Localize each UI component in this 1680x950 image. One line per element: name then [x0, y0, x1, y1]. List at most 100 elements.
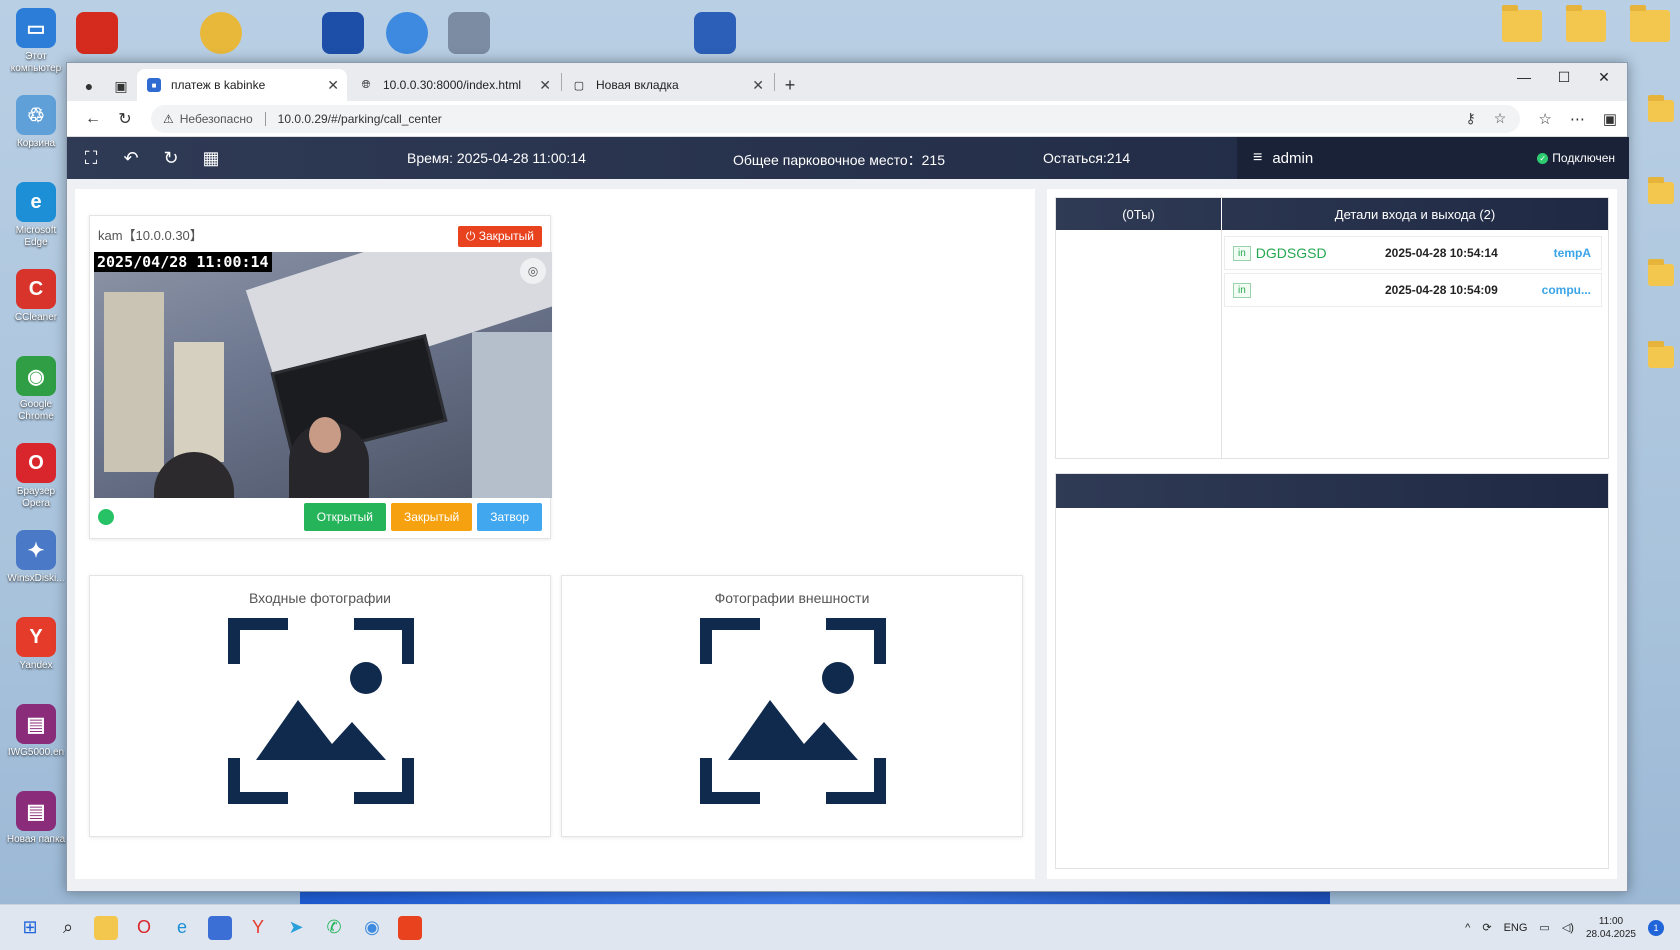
desktop-icon-label: IWG5000.en: [7, 747, 65, 758]
folder-icon[interactable]: [1648, 341, 1674, 368]
notification-badge[interactable]: 1: [1648, 919, 1664, 936]
taskbar-apps: ⊞ ⌕ O e Y ➤ ✆ ◉: [0, 915, 422, 940]
sync-icon[interactable]: ⟳: [1482, 921, 1491, 934]
table-row[interactable]: in 2025-04-28 10:54:09 compu...: [1224, 273, 1602, 307]
desktop-app-icon: O: [16, 443, 56, 483]
tab-1[interactable]: ■ платеж в kabinke ✕: [137, 69, 347, 101]
appearance-photos-title: Фотографии внешности: [714, 590, 870, 606]
new-tab-favicon-icon: ▢: [573, 79, 585, 92]
window-controls: — ☐ ✕: [1509, 69, 1619, 86]
folder-icon[interactable]: [1630, 5, 1670, 42]
profile-icon[interactable]: ●: [73, 71, 105, 101]
username: admin: [1272, 149, 1314, 167]
store-icon[interactable]: [208, 915, 232, 940]
user-menu[interactable]: ≡ admin ✓ Подключен: [1237, 137, 1629, 179]
desktop-icon[interactable]: ♲ Корзина: [4, 95, 68, 177]
url-text: 10.0.0.29/#/parking/call_center: [277, 111, 442, 126]
open-button[interactable]: Открытый: [303, 503, 386, 531]
connection-status: ✓ Подключен: [1537, 151, 1615, 165]
grid-icon[interactable]: ▦: [199, 146, 223, 170]
desktop-icon[interactable]: ▤ IWG5000.en: [4, 704, 68, 786]
app-icon[interactable]: [200, 12, 242, 54]
key-icon[interactable]: ⚷: [1466, 110, 1476, 127]
folder-icon[interactable]: [1648, 95, 1674, 122]
file-explorer-icon[interactable]: [94, 915, 118, 940]
close-tab-icon[interactable]: ✕: [752, 77, 764, 94]
closed-status-button[interactable]: ⏻ Закрытый: [457, 226, 542, 247]
url-actions: ⚷ ☆: [1466, 110, 1507, 127]
whatsapp-icon[interactable]: ✆: [322, 916, 346, 940]
back-icon[interactable]: ←: [77, 110, 109, 128]
detail-panel: [1055, 473, 1609, 869]
folder-icon[interactable]: [1566, 5, 1606, 42]
folder-icon[interactable]: [1648, 177, 1674, 204]
video-scene: [309, 417, 341, 453]
event-user[interactable]: tempA: [1554, 246, 1591, 260]
edge-icon[interactable]: e: [170, 916, 194, 940]
search-icon[interactable]: ⌕: [56, 916, 80, 940]
network-app-icon[interactable]: [322, 12, 364, 54]
reload-icon[interactable]: ↻: [109, 109, 141, 129]
language-indicator[interactable]: ENG: [1504, 922, 1528, 934]
pdf-app-icon[interactable]: [76, 12, 118, 54]
desktop-icon[interactable]: O Браузер Opera: [4, 443, 68, 525]
desktop-icon[interactable]: ▤ Новая папка: [4, 791, 68, 873]
desktop-icon[interactable]: ▭ Этот компьютер: [4, 8, 68, 90]
volume-icon[interactable]: ◁): [1562, 921, 1574, 934]
more-icon[interactable]: ⋯: [1570, 110, 1585, 128]
desktop-app-icon: ◉: [16, 356, 56, 396]
sidebar-icon[interactable]: ▣: [1603, 110, 1617, 128]
browser-toolbar: ☆ ⋯ ▣: [1538, 110, 1617, 128]
search-app-icon[interactable]: [386, 12, 428, 54]
desktop-icon[interactable]: Y Yandex: [4, 617, 68, 699]
menu-icon[interactable]: ≡: [1253, 149, 1262, 167]
desktop-icon[interactable]: ◉ Google Chrome: [4, 356, 68, 438]
favorites-icon[interactable]: ☆: [1538, 110, 1551, 128]
opera-icon[interactable]: O: [132, 916, 156, 940]
desktop-app-icon: ♲: [16, 95, 56, 135]
tab-3[interactable]: ▢ Новая вкладка ✕: [562, 69, 772, 101]
insecure-label: Небезопасно: [179, 111, 253, 126]
close-tab-icon[interactable]: ✕: [539, 77, 551, 94]
refresh-icon[interactable]: ↻: [159, 146, 183, 170]
camera-video[interactable]: 2025/04/28 11:00:14 ◎: [94, 252, 552, 498]
gate-button[interactable]: Затвор: [477, 503, 542, 531]
maximize-icon[interactable]: ☐: [1549, 69, 1579, 86]
barrier-controls: Открытый Закрытый Затвор: [303, 503, 542, 531]
tab-actions-icon[interactable]: ▣: [105, 71, 137, 101]
close-tab-icon[interactable]: ✕: [327, 77, 339, 94]
new-tab-button[interactable]: +: [775, 69, 805, 101]
desktop-icon[interactable]: ✦ WinsxDiski...: [4, 530, 68, 612]
app-body: kam【10.0.0.30】 ⏻ Закрытый 2025/04/28 11:…: [67, 179, 1627, 891]
header-tools: ⛶ ↶ ↻ ▦: [67, 146, 227, 170]
close-button[interactable]: Закрытый: [390, 503, 473, 531]
star-icon[interactable]: ☆: [1494, 110, 1507, 127]
url-field[interactable]: ⚠ Небезопасно 10.0.0.29/#/parking/call_c…: [151, 104, 1521, 133]
left-panel: kam【10.0.0.30】 ⏻ Закрытый 2025/04/28 11:…: [75, 189, 1035, 879]
clock[interactable]: 11:00 28.04.2025: [1586, 915, 1636, 941]
snapshot-icon[interactable]: ◎: [520, 258, 546, 284]
network-icon[interactable]: ▭: [1539, 921, 1549, 934]
start-icon[interactable]: ⊞: [18, 916, 42, 940]
anydesk-icon[interactable]: [398, 915, 422, 940]
fullscreen-icon[interactable]: ⛶: [79, 146, 103, 170]
chevron-up-icon[interactable]: ^: [1465, 922, 1470, 934]
desktop-icon[interactable]: C CCleaner: [4, 269, 68, 351]
user-app-icon[interactable]: [448, 12, 490, 54]
telegram-icon[interactable]: ➤: [284, 916, 308, 940]
event-user[interactable]: compu...: [1542, 283, 1591, 297]
url-separator: [264, 111, 266, 126]
queue-header: (0Ты): [1056, 198, 1222, 230]
folder-icon[interactable]: [1648, 259, 1674, 286]
word-doc-icon[interactable]: [694, 12, 736, 54]
folder-icon[interactable]: [1502, 5, 1542, 42]
desktop-icon[interactable]: e Microsoft Edge: [4, 182, 68, 264]
table-row[interactable]: in DGDSGSD 2025-04-28 10:54:14 tempA: [1224, 236, 1602, 270]
tab-2[interactable]: 🌐︎ 10.0.0.30:8000/index.html ✕: [349, 69, 559, 101]
search-app-icon[interactable]: ◉: [360, 916, 384, 940]
undo-icon[interactable]: ↶: [119, 146, 143, 170]
video-scene: [104, 292, 164, 472]
yandex-icon[interactable]: Y: [246, 916, 270, 940]
close-window-icon[interactable]: ✕: [1589, 69, 1619, 86]
minimize-icon[interactable]: —: [1509, 69, 1539, 86]
